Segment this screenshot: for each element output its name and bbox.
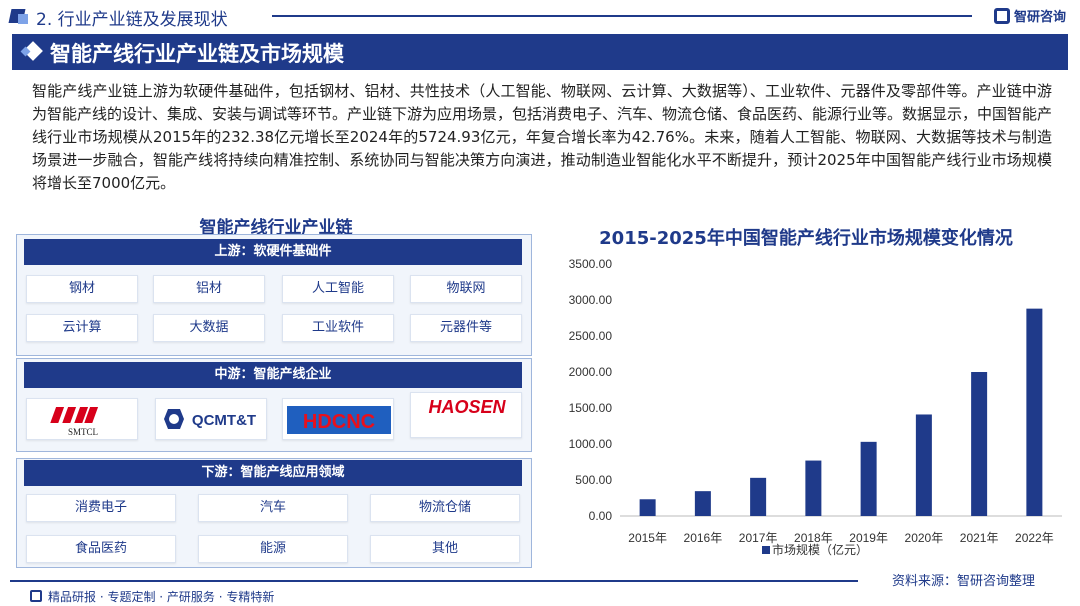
upstream-item: 云计算 [26,314,138,342]
bar-chart: 0.00 500.00 1000.00 1500.00 2000.00 2500.00 30… [569,257,1062,545]
bar [1026,308,1043,516]
footer-text: 精品研报 · 专题定制 · 产研服务 · 专精特新 [48,590,275,604]
report-icon [30,590,42,602]
source-note: 资料来源：智研咨询整理 [892,574,1036,589]
bottom-divider [10,580,858,582]
bar [639,499,656,516]
y-tick-label: 2000.00 [569,365,613,379]
upstream-item: 物联网 [410,275,522,303]
bar [694,491,711,516]
upstream-item: 大数据 [153,314,265,342]
x-tick-label: 2020年 [905,531,944,545]
y-tick-label: 0.00 [589,509,613,523]
legend-label: 市场规模（亿元） [772,543,869,557]
section-divider [272,15,972,17]
qcmtt-logo: QCMT&T [155,398,267,440]
upstream-item: 元器件等 [410,314,522,342]
haosen-logo: HAOSEN [410,392,522,438]
x-tick-label: 2015年 [628,531,667,545]
downstream-header: 下游：智能产线应用领域 [24,460,522,486]
x-tick-label: 2016年 [684,531,723,545]
upstream-item: 人工智能 [282,275,394,303]
upstream-header: 上游：软硬件基础件 [24,239,522,265]
y-tick-label: 3500.00 [569,257,613,271]
bar [860,441,877,516]
smtcl-logo-text: SMTCL [68,427,98,437]
upstream-item: 铝材 [153,275,265,303]
banner-title: 智能产线行业产业链及市场规模 [50,42,344,66]
y-tick-label: 1500.00 [569,401,613,415]
brand-name: 智研咨询 [1013,10,1066,25]
chart-title: 2015-2025年中国智能产线行业市场规模变化情况 [599,228,1013,249]
brand-logo-icon [993,7,1010,24]
hdcnc-logo: HDCNC [282,398,394,440]
bar [750,477,767,516]
midstream-header: 中游：智能产线企业 [24,362,522,388]
bar [805,460,822,516]
downstream-item: 汽车 [198,494,348,522]
bar [915,414,932,516]
x-tick-label: 2022年 [1015,531,1054,545]
downstream-item: 能源 [198,535,348,563]
y-tick-label: 1000.00 [569,437,613,451]
upstream-item: 工业软件 [282,314,394,342]
downstream-item: 其他 [370,535,520,563]
downstream-item: 食品医药 [26,535,176,563]
hdcnc-logo-text: HDCNC [303,411,375,433]
y-tick-label: 3000.00 [569,293,613,307]
haosen-logo-text: HAOSEN [428,397,506,417]
brand: 智研咨询 [993,6,1066,25]
x-tick-label: 2021年 [960,531,999,545]
downstream-item: 消费电子 [26,494,176,522]
downstream-item: 物流仓储 [370,494,520,522]
upstream-item: 钢材 [26,275,138,303]
section-mark-accent [18,14,28,24]
y-tick-label: 500.00 [575,473,612,487]
qcmtt-logo-text: QCMT&T [192,412,256,429]
legend-swatch [762,546,770,554]
smtcl-logo: SMTCL [26,398,138,440]
section-title: 2. 行业产业链及发展现状 [36,10,228,30]
y-tick-label: 2500.00 [569,329,613,343]
intro-paragraph: 智能产线产业链上游为软硬件基础件，包括钢材、铝材、共性技术（人工智能、物联网、云… [32,82,1053,192]
top-bar: 2. 行业产业链及发展现状 智研咨询 [0,0,1080,32]
bar [971,372,988,516]
